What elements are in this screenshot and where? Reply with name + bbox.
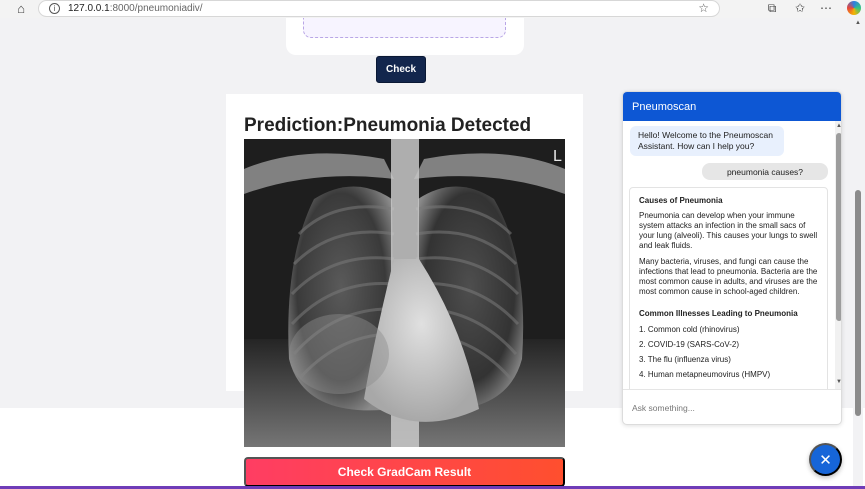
star-icon[interactable]: ☆ — [698, 1, 709, 15]
page: Check Prediction:Pneumonia Detected L Ch… — [0, 18, 865, 489]
bot-message: Hello! Welcome to the Pneumoscan Assista… — [630, 126, 784, 156]
answer-heading: Causes of Pneumonia — [639, 196, 723, 205]
address-bar[interactable]: i 127.0.0.1:8000/pneumoniadiv/ ☆ — [38, 0, 720, 17]
scroll-up-icon[interactable]: ▲ — [854, 20, 862, 26]
chat-scroll-thumb[interactable] — [836, 133, 841, 321]
copilot-icon[interactable] — [847, 1, 861, 15]
url-host: 127.0.0.1 — [68, 3, 110, 14]
xray-image: L — [244, 139, 565, 447]
answer-paragraph: Many bacteria, viruses, and fungi can ca… — [639, 257, 818, 296]
list-item: 1. Common cold (rhinovirus) — [639, 325, 740, 334]
home-icon[interactable]: ⌂ — [14, 2, 28, 16]
info-icon[interactable]: i — [49, 3, 60, 14]
close-icon: ✕ — [819, 451, 832, 469]
prediction-title: Prediction:Pneumonia Detected — [244, 115, 532, 136]
url-text[interactable]: 127.0.0.1:8000/pneumoniadiv/ — [68, 3, 203, 14]
chat-scrollbar[interactable]: ▲ ▼ — [835, 121, 841, 389]
list-item: 3. The flu (influenza virus) — [639, 355, 731, 364]
scroll-up-icon[interactable]: ▲ — [836, 123, 841, 129]
list-item: 4. Human metapneumovirus (HMPV) — [639, 370, 771, 379]
close-chat-button[interactable]: ✕ — [809, 443, 842, 476]
chat-header: Pneumoscan — [623, 92, 841, 121]
answer-subheading: Common Illnesses Leading to Pneumonia — [639, 309, 798, 318]
chat-input-row — [623, 389, 841, 424]
xray-side-marker: L — [553, 148, 562, 165]
file-drop-zone[interactable] — [303, 18, 506, 38]
user-message: pneumonia causes? — [702, 163, 828, 180]
more-icon[interactable]: ⋯ — [819, 1, 833, 15]
extensions-icon[interactable]: ⧉ — [765, 1, 779, 16]
check-gradcam-button[interactable]: Check GradCam Result — [244, 457, 565, 487]
page-scrollbar[interactable]: ▲ — [853, 18, 863, 489]
list-item: 2. COVID-19 (SARS-CoV-2) — [639, 340, 740, 349]
scroll-down-icon[interactable]: ▼ — [836, 379, 841, 385]
favorites-icon[interactable]: ✩ — [793, 1, 807, 15]
chat-input[interactable] — [632, 403, 822, 413]
chat-widget: Pneumoscan Hello! Welcome to the Pneumos… — [622, 91, 842, 425]
check-button[interactable]: Check — [376, 56, 426, 83]
chat-messages: Hello! Welcome to the Pneumoscan Assista… — [623, 121, 835, 389]
bot-answer-card: Causes of Pneumonia Pneumonia can develo… — [629, 187, 828, 389]
browser-toolbar: ⌂ i 127.0.0.1:8000/pneumoniadiv/ ☆ ⧉ ✩ ⋯ — [0, 0, 865, 18]
page-scroll-thumb[interactable] — [855, 190, 861, 416]
answer-paragraph: Pneumonia can develop when your immune s… — [639, 211, 818, 250]
chat-title: Pneumoscan — [632, 100, 697, 113]
url-path: :8000/pneumoniadiv/ — [109, 3, 203, 14]
